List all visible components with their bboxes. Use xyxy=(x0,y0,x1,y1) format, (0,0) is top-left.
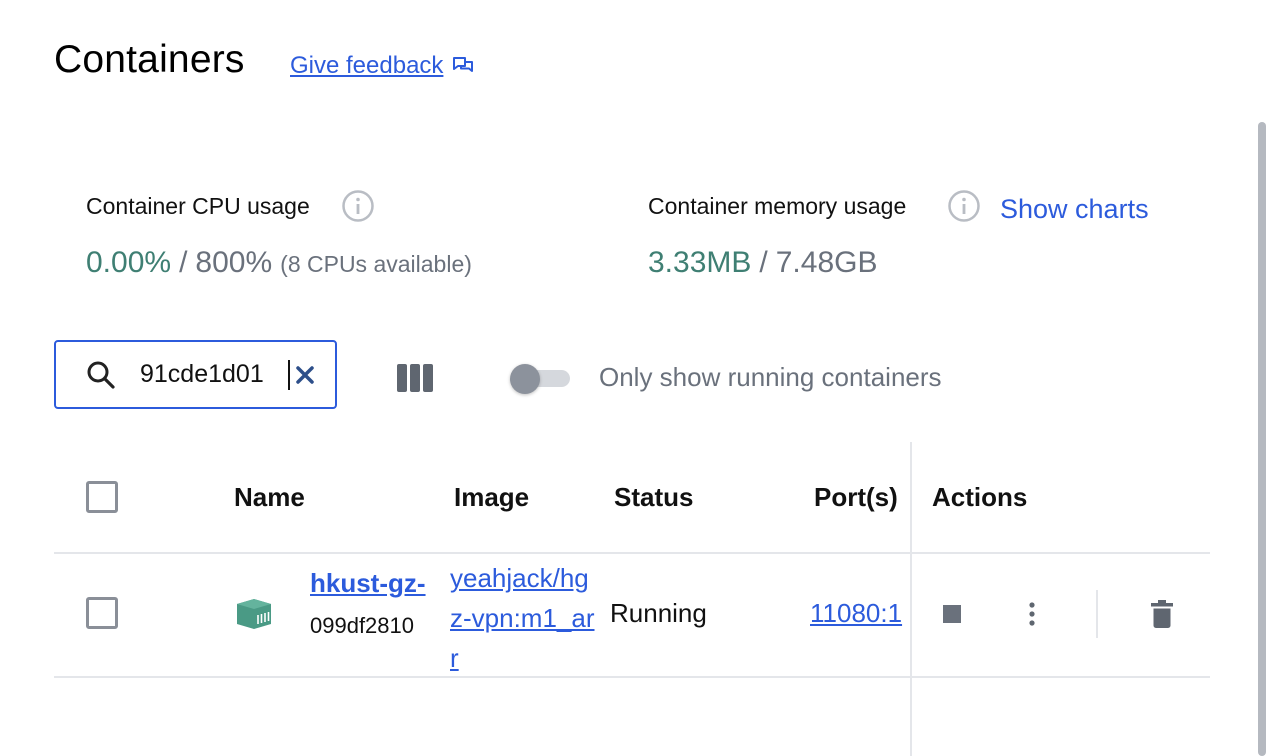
delete-icon[interactable] xyxy=(1151,600,1173,628)
container-status: Running xyxy=(610,598,707,628)
search-input[interactable] xyxy=(140,360,288,389)
container-icon xyxy=(237,599,271,629)
more-options-icon[interactable] xyxy=(1026,600,1038,628)
column-header-image[interactable]: Image xyxy=(454,482,529,513)
column-header-ports[interactable]: Port(s) xyxy=(814,482,898,513)
cpu-total: 800% xyxy=(195,246,273,279)
row-checkbox[interactable] xyxy=(86,597,118,629)
memory-usage-value: 3.33MB / 7.48GB xyxy=(648,246,877,280)
memory-info-icon[interactable] xyxy=(947,189,981,223)
feedback-icon xyxy=(453,57,474,72)
actions-divider xyxy=(1096,590,1098,638)
memory-used: 3.33MB xyxy=(648,246,752,279)
table-header-divider xyxy=(54,552,1210,554)
column-header-name[interactable]: Name xyxy=(234,482,305,513)
running-only-label: Only show running containers xyxy=(599,362,942,392)
actions-column-divider xyxy=(910,442,912,756)
cpu-usage-value: 0.00% / 800% (8 CPUs available) xyxy=(86,246,472,280)
column-header-actions: Actions xyxy=(932,482,1028,512)
give-feedback-label: Give feedback xyxy=(290,52,444,79)
container-name-cell: hkust-gz- 099df2810 xyxy=(310,568,434,648)
cpu-used: 0.00% xyxy=(86,246,172,279)
page-title: Containers xyxy=(54,38,245,81)
search-box[interactable] xyxy=(54,340,337,409)
text-caret xyxy=(288,359,290,390)
container-id: 099df2810 xyxy=(310,613,414,638)
show-charts-button[interactable]: Show charts xyxy=(1000,194,1149,225)
toggle-thumb xyxy=(510,364,540,394)
running-only-toggle[interactable] xyxy=(510,364,570,394)
select-all-checkbox[interactable] xyxy=(86,481,118,513)
stop-icon[interactable] xyxy=(943,605,961,623)
memory-separator: / xyxy=(759,246,768,279)
cpu-separator: / xyxy=(179,246,188,279)
search-icon xyxy=(87,361,115,389)
container-image-link[interactable]: yeahjack/hgz-vpn:m1_arr xyxy=(450,558,595,674)
cpu-usage-label: Container CPU usage xyxy=(86,193,310,219)
memory-total: 7.48GB xyxy=(775,246,878,279)
container-port-link[interactable]: 11080:1 xyxy=(810,598,910,629)
memory-usage-label: Container memory usage xyxy=(648,193,907,219)
column-header-status[interactable]: Status xyxy=(614,482,693,513)
table-row-divider xyxy=(54,676,1210,678)
cpu-note: (8 CPUs available) xyxy=(280,251,472,277)
give-feedback-link[interactable]: Give feedback xyxy=(290,52,475,80)
columns-icon[interactable] xyxy=(397,364,433,392)
cpu-info-icon[interactable] xyxy=(341,189,375,223)
scrollbar[interactable] xyxy=(1258,122,1266,756)
container-name-link[interactable]: hkust-gz- xyxy=(310,568,434,599)
clear-search-icon[interactable] xyxy=(294,364,316,386)
